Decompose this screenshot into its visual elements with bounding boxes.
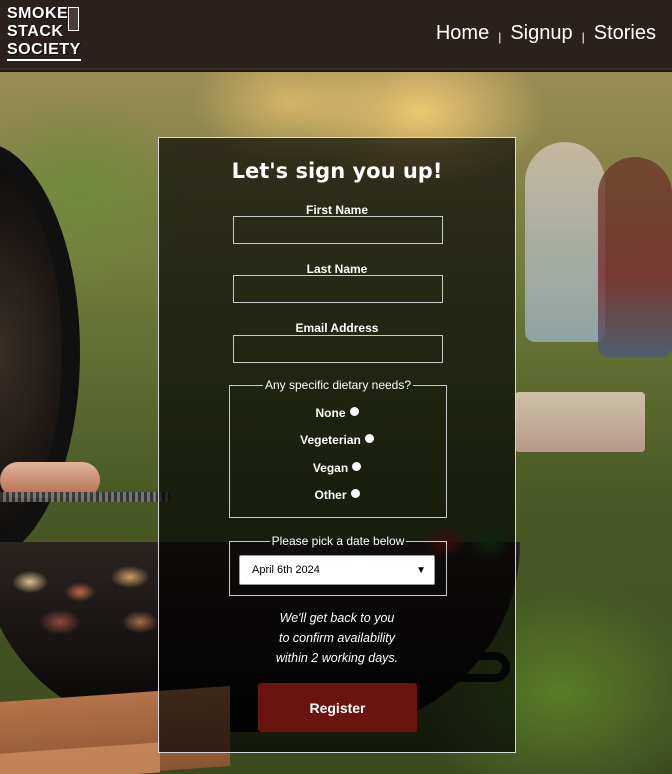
diet-option-label: None — [315, 406, 346, 420]
register-button[interactable]: Register — [258, 683, 417, 732]
email-label: Email Address — [295, 321, 379, 335]
first-name-label: First Name — [305, 203, 369, 217]
last-name-input[interactable] — [233, 275, 443, 303]
nav-separator: | — [581, 29, 585, 44]
background-person — [525, 142, 605, 342]
note-line-1: We'll get back to you — [279, 611, 395, 625]
radio-button[interactable] — [349, 406, 359, 416]
diet-option-vegan[interactable]: Vegan — [159, 461, 515, 475]
logo-line-1: SMOKE — [7, 5, 69, 22]
nav-separator: | — [498, 29, 502, 44]
logo-underline — [7, 59, 81, 61]
note-line-2: to confirm availability — [278, 631, 395, 645]
grill-grate — [0, 492, 170, 502]
radio-button[interactable] — [352, 461, 362, 471]
radio-button[interactable] — [350, 488, 360, 498]
main-nav: Home | Signup | Stories — [436, 22, 656, 45]
diet-option-other[interactable]: Other — [159, 488, 515, 502]
site-header: SMOKE STACK SOCIETY Home | Signup | Stor… — [0, 0, 672, 70]
first-name-input[interactable] — [233, 216, 443, 244]
chevron-down-icon: ▼ — [416, 565, 426, 576]
diet-option-label: Vegeterian — [300, 433, 361, 447]
diet-option-label: Vegan — [312, 461, 349, 475]
signup-form-card: Let's sign you up! First Name Last Name … — [158, 137, 516, 753]
radio-button[interactable] — [364, 433, 374, 443]
date-legend: Please pick a date below — [271, 534, 405, 548]
last-name-label: Last Name — [306, 262, 368, 276]
date-select[interactable]: April 6th 2024 ▼ — [239, 555, 435, 585]
logo-line-3: SOCIETY — [7, 41, 81, 58]
nav-stories-link[interactable]: Stories — [594, 22, 656, 45]
smoke-stack-society-logo[interactable]: SMOKE STACK SOCIETY — [7, 6, 81, 62]
grilled-food — [0, 552, 170, 642]
date-select-value: April 6th 2024 — [252, 564, 320, 576]
diet-option-label: Other — [314, 488, 347, 502]
logo-line-2: STACK — [7, 23, 64, 40]
background-person — [598, 157, 672, 357]
diet-option-none[interactable]: None — [159, 406, 515, 420]
nav-signup-link[interactable]: Signup — [510, 22, 572, 45]
form-title: Let's sign you up! — [231, 159, 443, 183]
background-table — [515, 392, 645, 452]
note-line-3: within 2 working days. — [275, 651, 399, 665]
diet-option-vegetarian[interactable]: Vegeterian — [159, 433, 515, 447]
dietary-needs-legend: Any specific dietary needs? — [264, 378, 412, 392]
chimney-icon — [68, 7, 79, 31]
nav-home-link[interactable]: Home — [436, 22, 489, 45]
email-input[interactable] — [233, 335, 443, 363]
